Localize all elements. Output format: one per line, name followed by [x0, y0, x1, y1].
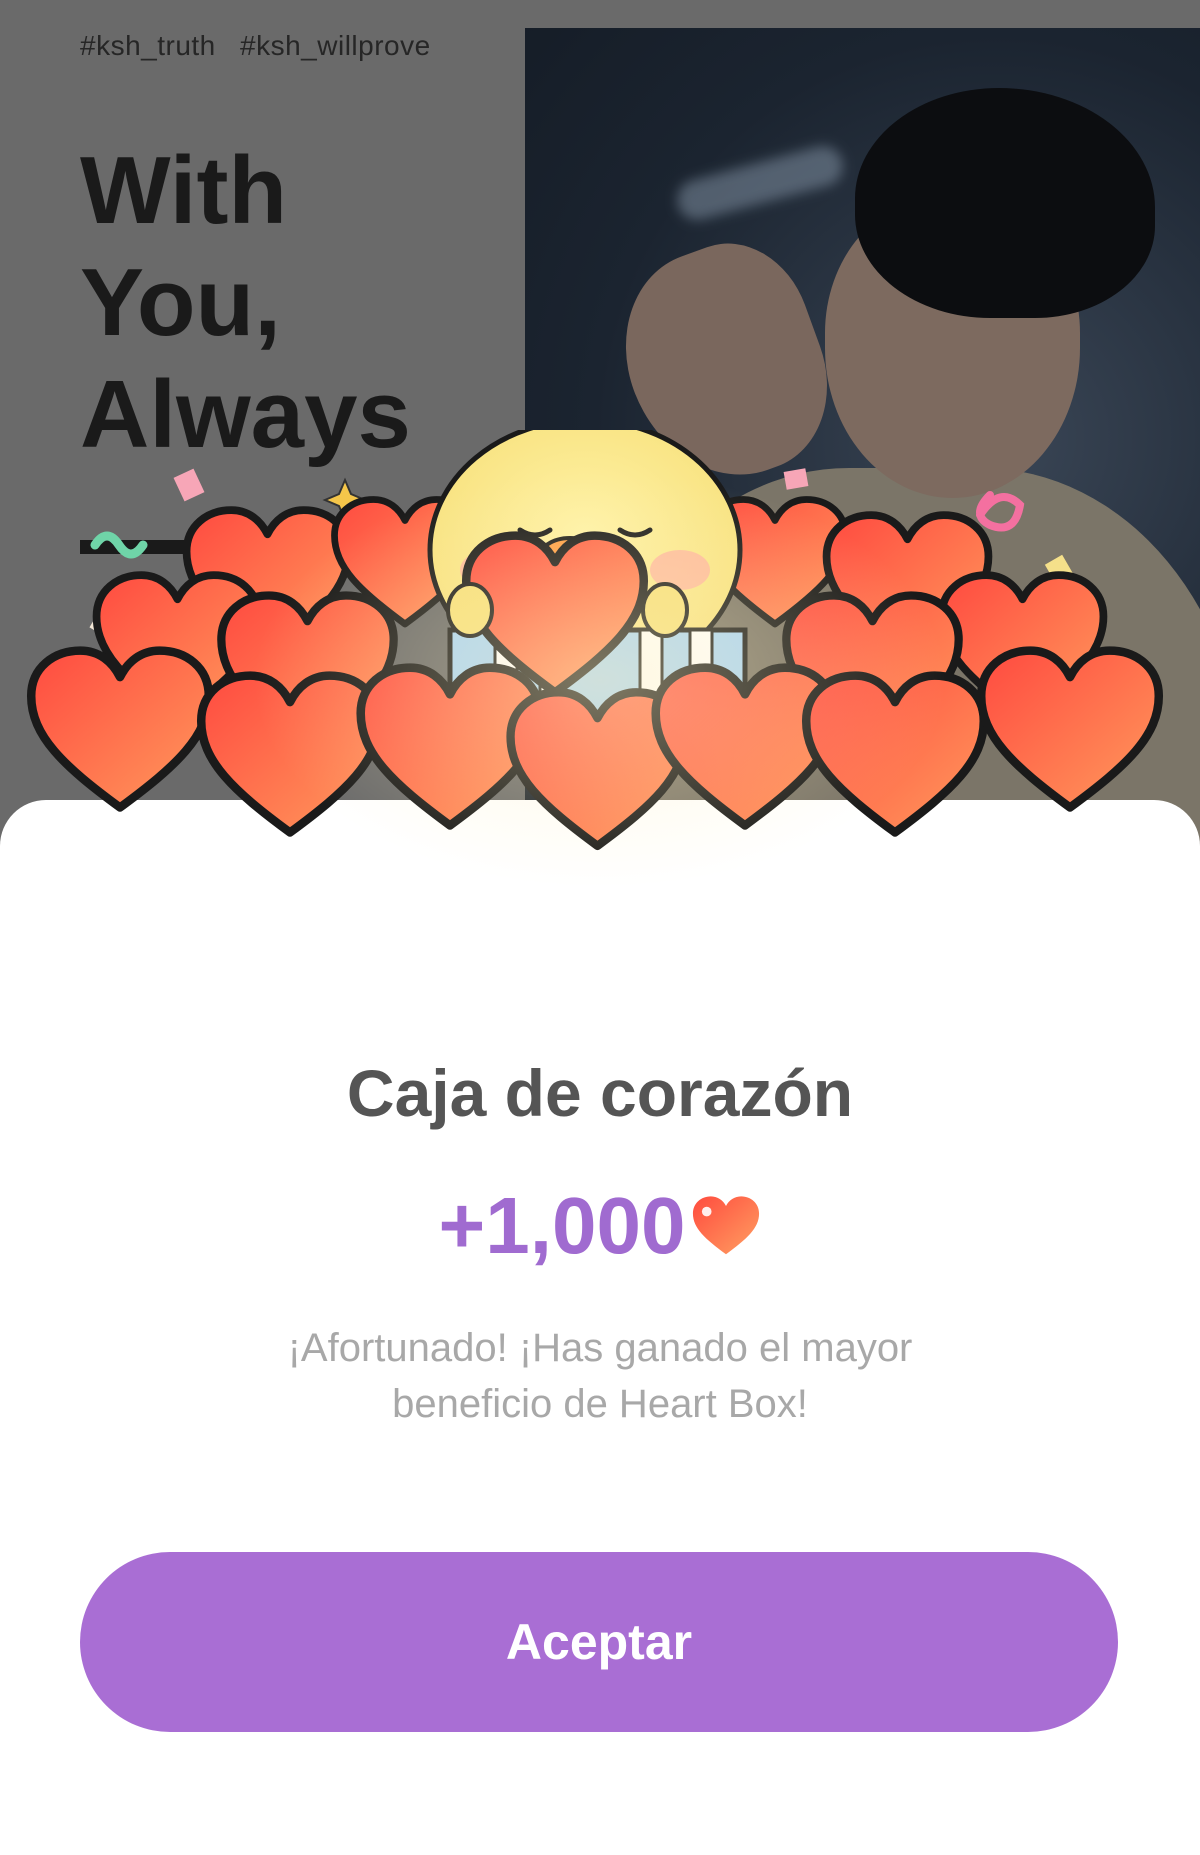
hashtag: #ksh_willprove: [240, 30, 431, 61]
banner-headline: With You, Always: [80, 135, 411, 471]
heart-box-illustration: [0, 417, 1200, 990]
hashtag: #ksh_truth: [80, 30, 216, 61]
reward-amount: +1,000: [0, 1180, 1200, 1272]
accept-button[interactable]: Aceptar: [80, 1552, 1118, 1732]
modal-title: Caja de corazón: [346, 1056, 854, 1130]
message-line: beneficio de Heart Box!: [392, 1382, 808, 1426]
hashtags: #ksh_truth #ksh_willprove: [80, 30, 431, 62]
heart-icon: [693, 1196, 760, 1255]
headline-line: You,: [80, 249, 281, 356]
message-line: ¡Afortunado! ¡Has ganado el mayor: [287, 1326, 913, 1370]
reward-message: ¡Afortunado! ¡Has ganado el mayor benefi…: [0, 1320, 1200, 1432]
reward-value: +1,000: [438, 1181, 686, 1270]
headline-line: With: [80, 137, 288, 244]
